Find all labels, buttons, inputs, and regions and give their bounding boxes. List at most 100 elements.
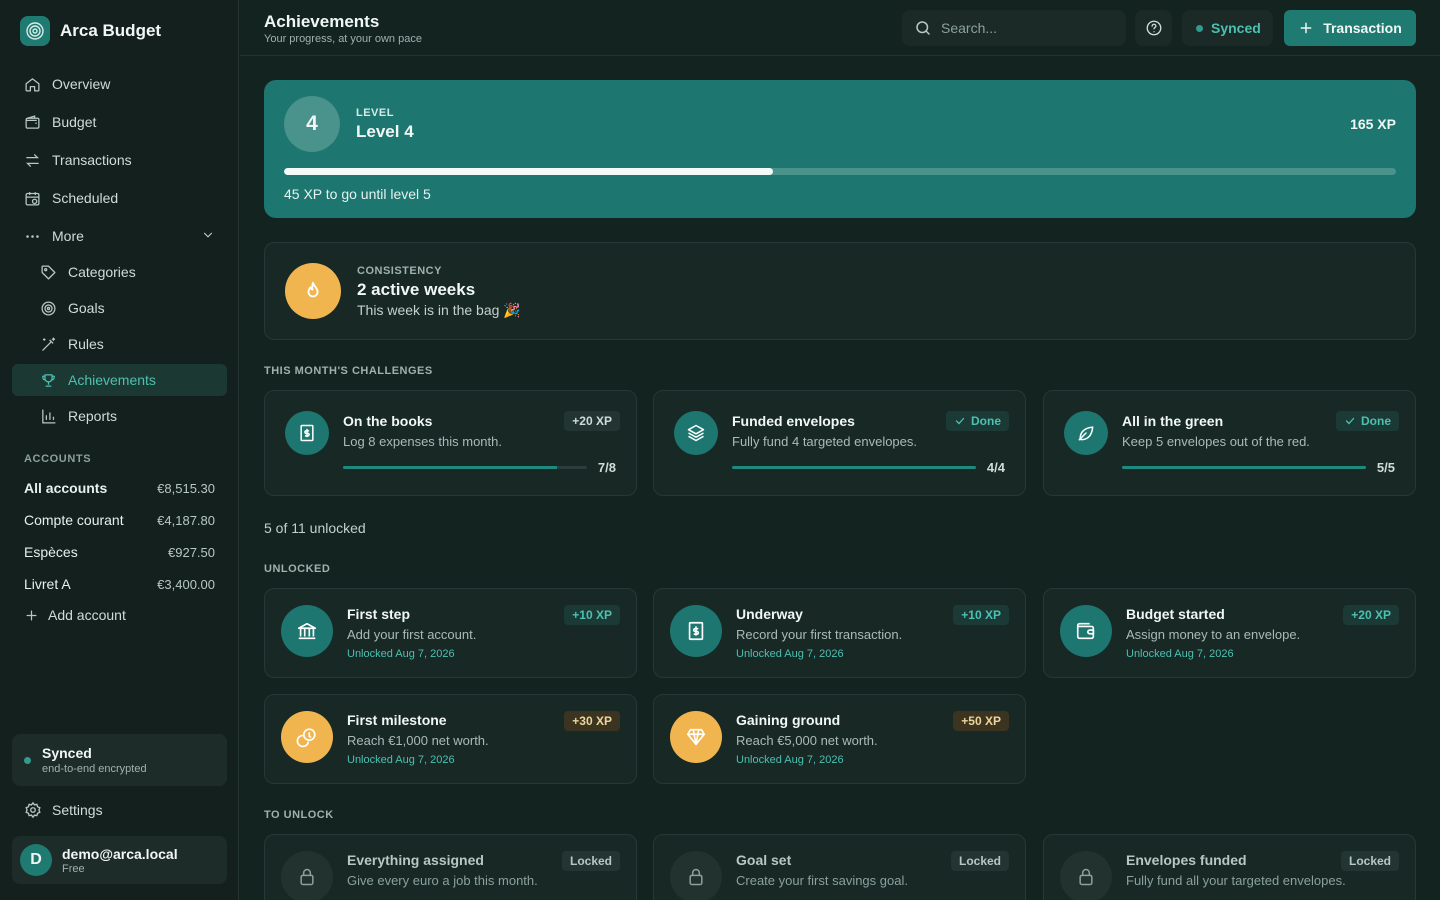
accounts-heading: ACCOUNTS [24, 453, 92, 465]
level-card: 4 LEVEL Level 4 165 XP 45 XP to go until… [264, 80, 1416, 218]
achievement-title: Underway [736, 606, 803, 622]
add-account-button[interactable]: Add account [24, 607, 126, 623]
streak-title: 2 active weeks [357, 280, 476, 299]
xp-badge: +20 XP [1343, 605, 1399, 625]
leaf-icon [1064, 411, 1108, 455]
challenge-card: On the books Log 8 expenses this month. … [264, 390, 637, 496]
locked-achievement-card[interactable]: Everything assigned Give every euro a jo… [264, 834, 637, 900]
done-label: Done [1361, 414, 1391, 428]
locked-badge: Locked [561, 851, 620, 871]
unlocked-count: 5 of 11 unlocked [264, 520, 366, 536]
challenges-heading: THIS MONTH'S CHALLENGES [264, 365, 433, 377]
locked-badge: Locked [950, 851, 1009, 871]
nav-item-more[interactable]: More [12, 220, 227, 252]
challenge-card: All in the green Keep 5 envelopes out of… [1043, 390, 1416, 496]
sync-status-label: Synced [1211, 20, 1261, 36]
unlocked-date: Unlocked Aug 7, 2026 [736, 754, 844, 766]
account-amount: €4,187.80 [157, 512, 215, 528]
challenge-description: Log 8 expenses this month. [343, 434, 502, 449]
unlocked-date: Unlocked Aug 7, 2026 [1126, 648, 1234, 660]
plus-icon [26, 610, 37, 620]
achievement-card[interactable]: Gaining ground Reach €5,000 net worth. U… [653, 694, 1026, 784]
unlocked-date: Unlocked Aug 7, 2026 [347, 754, 455, 766]
receipt-icon [285, 411, 329, 455]
challenge-progress-fill [1122, 466, 1366, 469]
lock-icon [281, 851, 333, 900]
account-name: All accounts [24, 480, 108, 496]
account-row-livret-a[interactable]: Livret A €3,400.00 [24, 576, 215, 592]
account-row-all[interactable]: All accounts €8,515.30 [24, 480, 215, 496]
search-input[interactable] [941, 20, 1121, 36]
brand-name: Arca Budget [60, 21, 162, 40]
nav-label: Rules [68, 336, 104, 352]
challenge-progress-fill [343, 466, 557, 469]
nav-label: More [52, 228, 84, 244]
nav-label: Budget [52, 114, 97, 130]
account-amount: €3,400.00 [157, 576, 215, 592]
sync-dot-icon [24, 757, 31, 764]
achievement-card[interactable]: Underway Record your first transaction. … [653, 588, 1026, 678]
calendar-clock-icon [25, 191, 40, 206]
plus-icon [1300, 22, 1312, 34]
sync-status-pill[interactable]: Synced [1182, 10, 1273, 46]
settings-label: Settings [52, 802, 103, 818]
add-transaction-button[interactable]: Transaction [1284, 10, 1416, 46]
locked-achievement-card[interactable]: Envelopes funded Fully fund all your tar… [1043, 834, 1416, 900]
achievement-description: Record your first transaction. [736, 627, 903, 642]
settings-link[interactable]: Settings [24, 801, 103, 819]
level-note: 45 XP to go until level 5 [284, 186, 431, 202]
nav-item-achievements[interactable]: Achievements [12, 364, 227, 396]
account-row-especes[interactable]: Espèces €927.50 [24, 544, 215, 560]
locked-achievement-card[interactable]: Goal set Create your first savings goal.… [653, 834, 1026, 900]
account-row-compte-courant[interactable]: Compte courant €4,187.80 [24, 512, 215, 528]
chevron-down-icon [203, 232, 213, 238]
xp-badge: +30 XP [564, 711, 620, 731]
xp-badge: +20 XP [564, 411, 620, 431]
receipt-icon [670, 605, 722, 657]
nav-item-reports[interactable]: Reports [12, 400, 227, 432]
nav-item-transactions[interactable]: Transactions [12, 144, 227, 176]
streak-label: CONSISTENCY [357, 265, 442, 277]
trophy-icon [42, 373, 55, 387]
account-name: Livret A [24, 576, 71, 592]
nav-label: Transactions [52, 152, 132, 168]
nav-item-categories[interactable]: Categories [12, 256, 227, 288]
brand[interactable]: Arca Budget [20, 16, 161, 46]
achievement-card[interactable]: First milestone Reach €1,000 net worth. … [264, 694, 637, 784]
done-badge: Done [1336, 411, 1399, 431]
challenge-description: Keep 5 envelopes out of the red. [1122, 434, 1310, 449]
achievement-card[interactable]: Budget started Assign money to an envelo… [1043, 588, 1416, 678]
user-menu[interactable]: D demo@arca.local Free [12, 836, 227, 884]
bar-chart-icon [42, 408, 56, 424]
bank-icon [281, 605, 333, 657]
nav-label: Reports [68, 408, 118, 424]
achievement-title: Envelopes funded [1126, 852, 1247, 868]
nav-item-overview[interactable]: Overview [12, 68, 227, 100]
more-dots-icon [26, 234, 39, 238]
sync-title: Synced [42, 745, 92, 761]
top-bar: Achievements Your progress, at your own … [240, 0, 1440, 56]
nav-label: Scheduled [52, 190, 119, 206]
user-plan: Free [62, 862, 85, 875]
help-button[interactable] [1135, 10, 1172, 46]
nav-label: Achievements [68, 372, 156, 388]
flame-icon [285, 263, 341, 319]
xp-badge: +50 XP [953, 711, 1009, 731]
to-unlock-heading: TO UNLOCK [264, 809, 334, 821]
achievement-description: Assign money to an envelope. [1126, 627, 1301, 642]
nav-item-scheduled[interactable]: Scheduled [12, 182, 227, 214]
achievement-title: Budget started [1126, 606, 1225, 622]
nav-item-budget[interactable]: Budget [12, 106, 227, 138]
magic-wand-icon [42, 336, 56, 351]
achievement-card[interactable]: First step Add your first account. Unloc… [264, 588, 637, 678]
check-icon [955, 417, 965, 425]
nav-item-goals[interactable]: Goals [12, 292, 227, 324]
coins-icon [281, 711, 333, 763]
unlocked-date: Unlocked Aug 7, 2026 [347, 648, 455, 660]
search-box[interactable] [902, 10, 1126, 46]
nav-label: Overview [52, 76, 111, 92]
challenge-progress-fill [732, 466, 976, 469]
xp-badge: +10 XP [564, 605, 620, 625]
account-name: Espèces [24, 544, 78, 560]
nav-item-rules[interactable]: Rules [12, 328, 227, 360]
